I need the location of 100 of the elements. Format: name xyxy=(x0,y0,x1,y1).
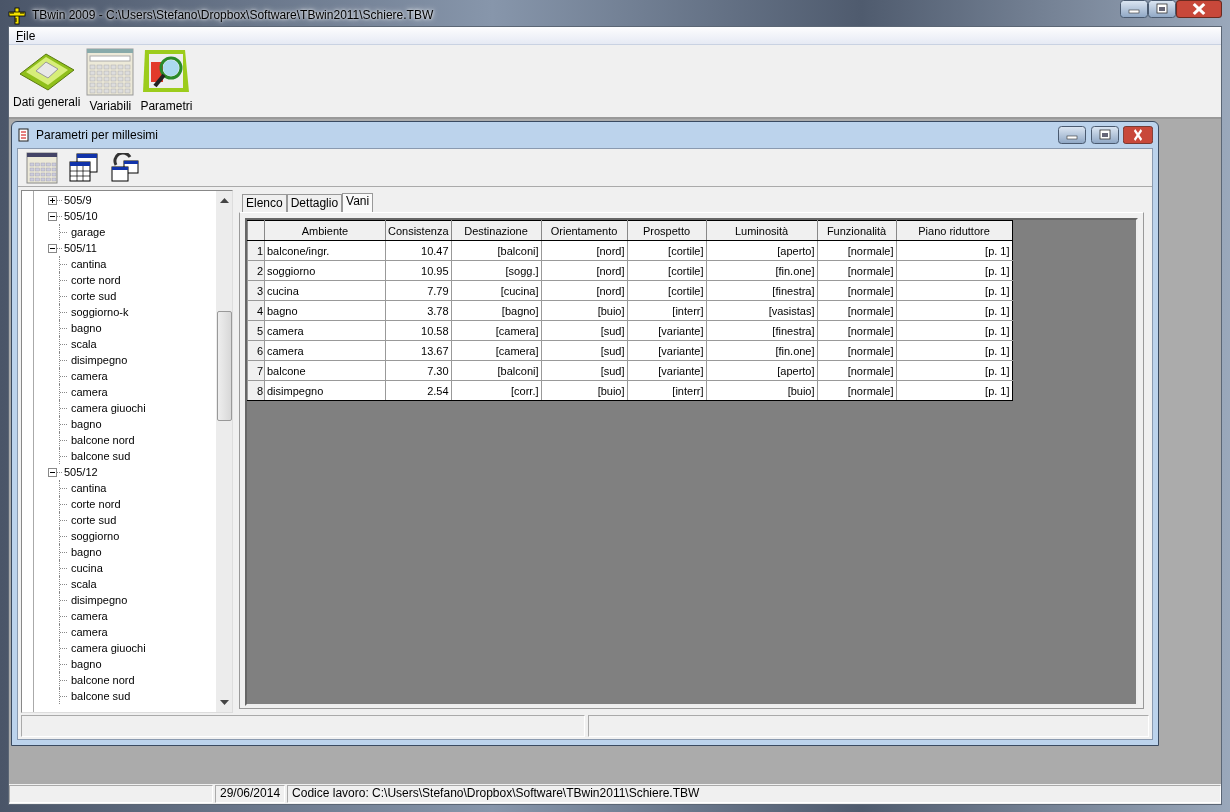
table-cell: [finestra] xyxy=(706,280,818,301)
table-cell: [bagno] xyxy=(451,300,542,321)
tree-item[interactable]: camera giuochi xyxy=(71,642,146,654)
tree-item[interactable]: disimpegno xyxy=(71,354,128,366)
table-cell: [nord] xyxy=(541,260,628,281)
tree-item[interactable]: 505/11 xyxy=(64,242,97,254)
table-cell: [variante] xyxy=(627,320,707,341)
column-header[interactable]: Destinazione xyxy=(451,220,542,241)
column-header[interactable]: Consistenza xyxy=(385,220,452,241)
maximize-button[interactable] xyxy=(1148,0,1176,18)
tree-item[interactable]: bagno xyxy=(71,322,102,334)
table-cell: [p. 1] xyxy=(896,380,1013,401)
tree-item[interactable]: corte nord xyxy=(71,274,121,286)
table-cell: [buio] xyxy=(706,380,818,401)
tree-item[interactable]: corte nord xyxy=(71,498,121,510)
tree-item[interactable]: cucina xyxy=(71,562,103,574)
tree-item[interactable]: 505/10 xyxy=(64,210,98,222)
table-cell: [p. 1] xyxy=(896,340,1013,361)
tab[interactable]: Elenco xyxy=(242,194,287,212)
table-cell: [sogg.] xyxy=(451,260,542,281)
table-cell: balcone/ingr. xyxy=(264,240,386,261)
tree-item[interactable]: balcone nord xyxy=(71,674,135,686)
menu-item[interactable]: File xyxy=(15,28,37,43)
window-title: Parametri per millesimi xyxy=(36,128,159,142)
scrollbar-thumb[interactable] xyxy=(216,311,232,421)
column-header[interactable]: Ambiente xyxy=(264,220,386,241)
table-cell: balcone xyxy=(264,360,386,381)
table-cell: [normale] xyxy=(817,360,897,381)
tree-item[interactable]: camera xyxy=(71,610,108,622)
tree-item[interactable]: corte sud xyxy=(71,290,117,302)
expand-icon[interactable] xyxy=(48,195,57,205)
tree-item[interactable]: camera xyxy=(71,386,108,398)
tree-item[interactable]: cantina xyxy=(71,482,107,494)
tables-arrow-icon[interactable] xyxy=(110,152,140,183)
table-cell: [nord] xyxy=(541,280,628,301)
minimize-button[interactable] xyxy=(1057,126,1087,144)
table-cell: [normale] xyxy=(817,320,897,341)
close-button[interactable] xyxy=(1123,126,1153,144)
table-cell: soggiorno xyxy=(264,260,386,281)
collapse-icon[interactable] xyxy=(48,211,57,221)
tables-icon[interactable] xyxy=(68,152,100,183)
toolbar-label[interactable]: Parametri xyxy=(140,99,193,113)
table-cell: [camera] xyxy=(451,320,542,341)
tree-item[interactable]: bagno xyxy=(71,546,102,558)
column-header[interactable]: Funzionalità xyxy=(817,220,897,241)
table-cell: [fin.one] xyxy=(706,260,818,281)
table-cell: [normale] xyxy=(817,260,897,281)
tree-item[interactable]: bagno xyxy=(71,658,102,670)
calculator-icon[interactable] xyxy=(26,151,58,184)
close-button[interactable] xyxy=(1176,0,1222,18)
tree-item[interactable]: camera xyxy=(71,370,108,382)
scroll-down-icon[interactable] xyxy=(219,700,229,706)
table-cell: [cucina] xyxy=(451,280,542,301)
column-header[interactable]: Luminosità xyxy=(706,220,818,241)
tree-item[interactable]: corte sud xyxy=(71,514,117,526)
tab[interactable]: Dettaglio xyxy=(286,194,343,212)
toolbar-label[interactable]: Variabili xyxy=(89,99,132,113)
tree-item[interactable]: camera xyxy=(71,626,108,638)
tree-item[interactable]: balcone sud xyxy=(71,450,131,462)
table-cell: [buio] xyxy=(541,380,628,401)
table-cell: [normale] xyxy=(817,280,897,301)
maximize-button[interactable] xyxy=(1090,126,1120,144)
tree-item[interactable]: camera giuochi xyxy=(71,402,146,414)
tree-item[interactable]: cantina xyxy=(71,258,107,270)
table-cell: [sud] xyxy=(541,360,628,381)
column-header[interactable]: Piano riduttore xyxy=(896,220,1013,241)
tree-item[interactable]: scala xyxy=(71,338,97,350)
tree-item[interactable]: balcone sud xyxy=(71,690,131,702)
table-cell: [variante] xyxy=(627,340,707,361)
table-cell: [vasistas] xyxy=(706,300,818,321)
collapse-icon[interactable] xyxy=(48,467,57,477)
table-cell: camera xyxy=(264,340,386,361)
table-cell: [p. 1] xyxy=(896,260,1013,281)
tree-item[interactable]: 505/12 xyxy=(64,466,98,478)
tab[interactable]: Vani xyxy=(342,193,374,212)
toolbar-label[interactable]: Dati generali xyxy=(13,95,81,109)
table-cell: [balconi] xyxy=(451,240,542,261)
corner-cell xyxy=(247,220,265,241)
column-header[interactable]: Orientamento xyxy=(541,220,628,241)
tree-item[interactable]: garage xyxy=(71,226,106,238)
table-cell: [cortile] xyxy=(627,260,707,281)
column-header[interactable]: Prospetto xyxy=(627,220,707,241)
minimize-button[interactable] xyxy=(1120,0,1148,18)
tree-item[interactable]: soggiorno-k xyxy=(71,306,129,318)
table-cell: [aperto] xyxy=(706,360,818,381)
collapse-icon[interactable] xyxy=(48,243,57,253)
tree-item[interactable]: disimpegno xyxy=(71,594,128,606)
table-cell: [p. 1] xyxy=(896,280,1013,301)
table-cell: [finestra] xyxy=(706,320,818,341)
table-cell: bagno xyxy=(264,300,386,321)
tree-item[interactable]: soggiorno xyxy=(71,530,120,542)
scroll-up-icon[interactable] xyxy=(219,197,229,203)
table-cell: [fin.one] xyxy=(706,340,818,361)
tree-item[interactable]: balcone nord xyxy=(71,434,135,446)
table-cell: disimpegno xyxy=(264,380,386,401)
table-cell: [p. 1] xyxy=(896,300,1013,321)
tree-item[interactable]: 505/9 xyxy=(64,194,92,206)
tree-item[interactable]: scala xyxy=(71,578,97,590)
table-cell: 10.95 xyxy=(385,260,452,281)
tree-item[interactable]: bagno xyxy=(71,418,102,430)
